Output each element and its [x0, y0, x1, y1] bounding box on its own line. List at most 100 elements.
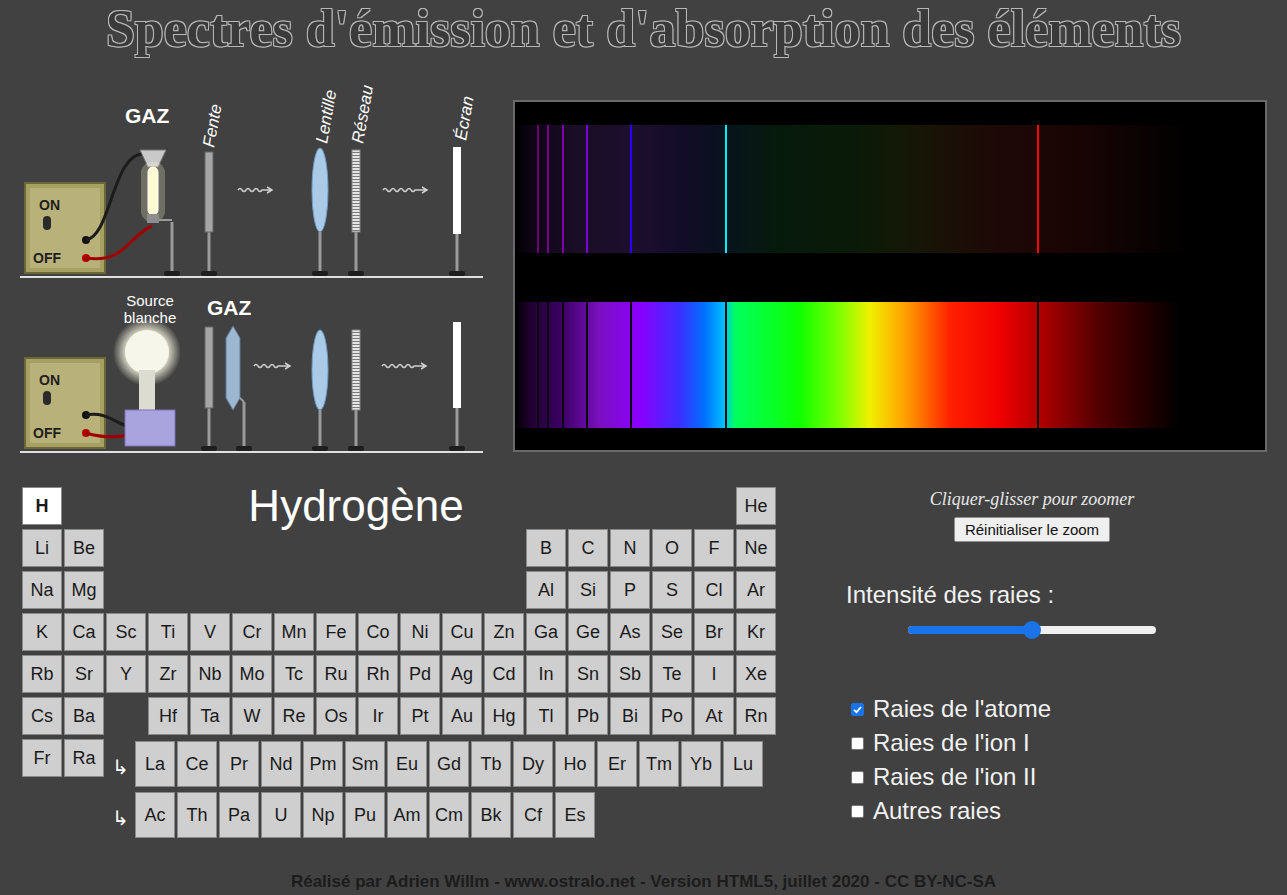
- checkbox[interactable]: [851, 737, 864, 750]
- element-cell[interactable]: Ru: [316, 655, 356, 693]
- element-cell[interactable]: F: [694, 529, 734, 567]
- element-cell[interactable]: Ga: [526, 613, 566, 651]
- checkbox[interactable]: [851, 805, 864, 818]
- element-cell[interactable]: At: [694, 697, 734, 735]
- element-cell[interactable]: Pa: [219, 792, 259, 838]
- element-cell[interactable]: Zr: [148, 655, 188, 693]
- element-cell[interactable]: Y: [106, 655, 146, 693]
- checkbox[interactable]: [851, 771, 864, 784]
- element-cell[interactable]: Hf: [148, 697, 188, 735]
- element-cell[interactable]: W: [232, 697, 272, 735]
- element-cell[interactable]: S: [652, 571, 692, 609]
- option-row[interactable]: Raies de l'ion II: [846, 760, 1176, 794]
- element-cell[interactable]: Ne: [736, 529, 776, 567]
- element-cell[interactable]: Mg: [64, 571, 104, 609]
- element-cell[interactable]: Tm: [639, 741, 679, 787]
- element-cell[interactable]: Am: [387, 792, 427, 838]
- element-cell[interactable]: Hg: [484, 697, 524, 735]
- element-cell[interactable]: Mn: [274, 613, 314, 651]
- element-cell[interactable]: Pm: [303, 741, 343, 787]
- element-cell[interactable]: H: [22, 487, 62, 525]
- element-cell[interactable]: Al: [526, 571, 566, 609]
- element-cell[interactable]: Ta: [190, 697, 230, 735]
- element-cell[interactable]: Xe: [736, 655, 776, 693]
- element-cell[interactable]: Sc: [106, 613, 146, 651]
- element-cell[interactable]: Ce: [177, 741, 217, 787]
- element-cell[interactable]: Sr: [64, 655, 104, 693]
- element-cell[interactable]: Ar: [736, 571, 776, 609]
- element-cell[interactable]: U: [261, 792, 301, 838]
- element-cell[interactable]: Cm: [429, 792, 469, 838]
- element-cell[interactable]: Zn: [484, 613, 524, 651]
- element-cell[interactable]: Pr: [219, 741, 259, 787]
- element-cell[interactable]: Ge: [568, 613, 608, 651]
- slider-thumb[interactable]: [1023, 621, 1041, 639]
- option-row[interactable]: Autres raies: [846, 794, 1176, 828]
- element-cell[interactable]: Dy: [513, 741, 553, 787]
- element-cell[interactable]: Pd: [400, 655, 440, 693]
- element-cell[interactable]: Co: [358, 613, 398, 651]
- element-cell[interactable]: Na: [22, 571, 62, 609]
- element-cell[interactable]: Th: [177, 792, 217, 838]
- checkbox[interactable]: [851, 703, 864, 716]
- element-cell[interactable]: In: [526, 655, 566, 693]
- element-cell[interactable]: As: [610, 613, 650, 651]
- element-cell[interactable]: Pu: [345, 792, 385, 838]
- element-cell[interactable]: Sm: [345, 741, 385, 787]
- element-cell[interactable]: Nd: [261, 741, 301, 787]
- element-cell[interactable]: K: [22, 613, 62, 651]
- option-row[interactable]: Raies de l'ion I: [846, 726, 1176, 760]
- element-cell[interactable]: Fe: [316, 613, 356, 651]
- element-cell[interactable]: Yb: [681, 741, 721, 787]
- element-cell[interactable]: Cu: [442, 613, 482, 651]
- element-cell[interactable]: He: [736, 487, 776, 525]
- element-cell[interactable]: Pt: [400, 697, 440, 735]
- element-cell[interactable]: Tb: [471, 741, 511, 787]
- element-cell[interactable]: Bi: [610, 697, 650, 735]
- element-cell[interactable]: Es: [555, 792, 595, 838]
- element-cell[interactable]: Ir: [358, 697, 398, 735]
- intensity-slider[interactable]: [908, 620, 1156, 640]
- element-cell[interactable]: Rn: [736, 697, 776, 735]
- option-row[interactable]: Raies de l'atome: [846, 692, 1176, 726]
- element-cell[interactable]: Os: [316, 697, 356, 735]
- element-cell[interactable]: Eu: [387, 741, 427, 787]
- element-cell[interactable]: Ca: [64, 613, 104, 651]
- toggle-icon[interactable]: [43, 216, 51, 230]
- element-cell[interactable]: Tc: [274, 655, 314, 693]
- element-cell[interactable]: Ni: [400, 613, 440, 651]
- element-cell[interactable]: Cd: [484, 655, 524, 693]
- element-cell[interactable]: B: [526, 529, 566, 567]
- element-cell[interactable]: Br: [694, 613, 734, 651]
- element-cell[interactable]: Tl: [526, 697, 566, 735]
- element-cell[interactable]: Gd: [429, 741, 469, 787]
- element-cell[interactable]: Li: [22, 529, 62, 567]
- element-cell[interactable]: Ra: [64, 739, 104, 777]
- element-cell[interactable]: P: [610, 571, 650, 609]
- element-cell[interactable]: Rb: [22, 655, 62, 693]
- element-cell[interactable]: Cs: [22, 697, 62, 735]
- element-cell[interactable]: Ti: [148, 613, 188, 651]
- element-cell[interactable]: Au: [442, 697, 482, 735]
- element-cell[interactable]: Cr: [232, 613, 272, 651]
- element-cell[interactable]: O: [652, 529, 692, 567]
- element-cell[interactable]: Ag: [442, 655, 482, 693]
- element-cell[interactable]: Te: [652, 655, 692, 693]
- element-cell[interactable]: Ba: [64, 697, 104, 735]
- element-cell[interactable]: Ho: [555, 741, 595, 787]
- element-cell[interactable]: Np: [303, 792, 343, 838]
- element-cell[interactable]: Nb: [190, 655, 230, 693]
- element-cell[interactable]: Bk: [471, 792, 511, 838]
- element-cell[interactable]: I: [694, 655, 734, 693]
- element-cell[interactable]: Re: [274, 697, 314, 735]
- reset-zoom-button[interactable]: Réinitialiser le zoom: [954, 517, 1110, 542]
- element-cell[interactable]: Be: [64, 529, 104, 567]
- toggle-icon[interactable]: [43, 391, 51, 405]
- element-cell[interactable]: N: [610, 529, 650, 567]
- element-cell[interactable]: Sn: [568, 655, 608, 693]
- element-cell[interactable]: Rh: [358, 655, 398, 693]
- element-cell[interactable]: Sb: [610, 655, 650, 693]
- element-cell[interactable]: Po: [652, 697, 692, 735]
- element-cell[interactable]: Pb: [568, 697, 608, 735]
- element-cell[interactable]: Fr: [22, 739, 62, 777]
